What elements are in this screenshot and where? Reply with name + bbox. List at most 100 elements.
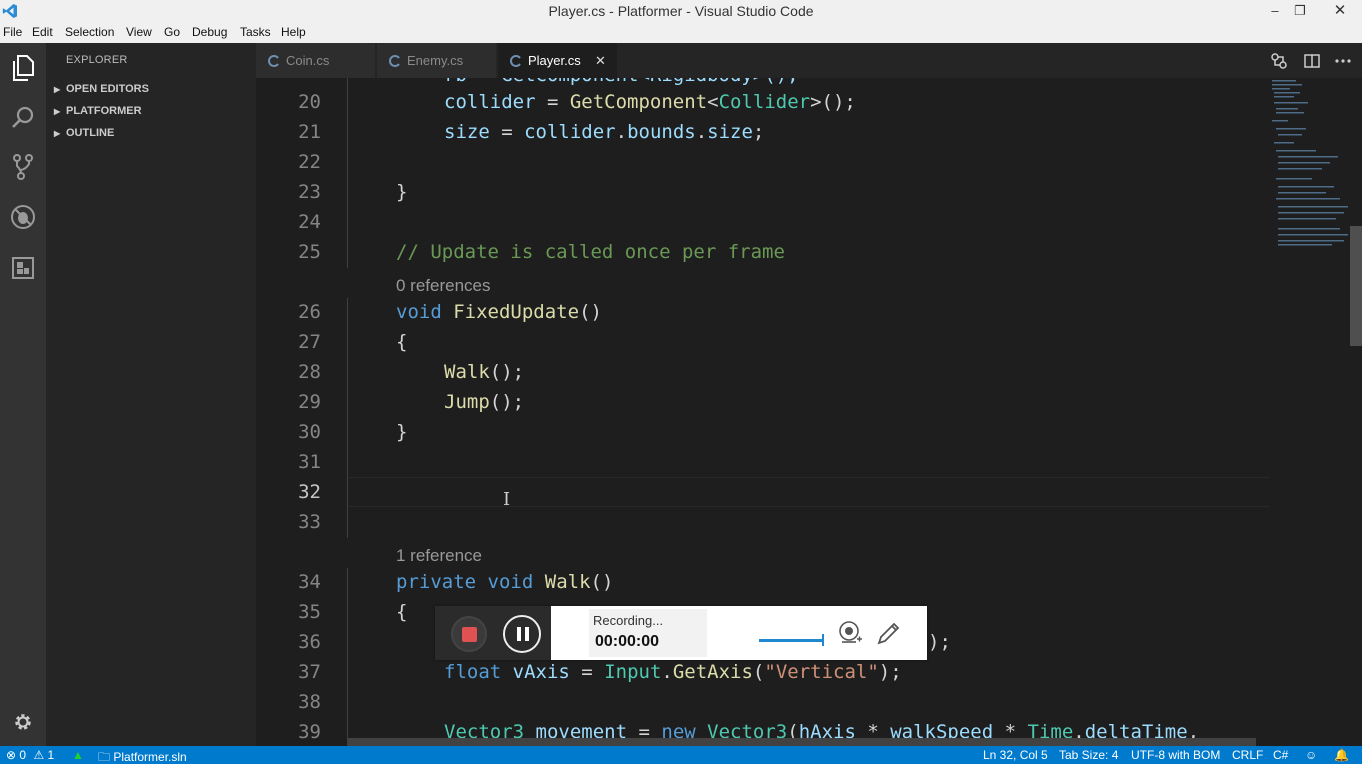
menu-tasks[interactable]: Tasks	[240, 25, 271, 39]
recording-timer: 00:00:00	[595, 633, 660, 650]
code-line: float vAxis = Input.GetAxis("Vertical");	[444, 661, 902, 683]
window-title: Player.cs - Platformer - Visual Studio C…	[548, 3, 814, 19]
stop-icon	[462, 627, 477, 642]
pause-recording-button[interactable]	[503, 615, 541, 653]
section-outline[interactable]: ▶ OUTLINE	[54, 122, 254, 144]
feedback-smiley-icon[interactable]: ☺	[1305, 748, 1317, 762]
sidebar-title: EXPLORER	[66, 54, 128, 66]
explorer-sidebar: EXPLORER ▶ OPEN EDITORS ▶ PLATFORMER ▶ OUTL…	[46, 43, 256, 746]
tab-size[interactable]: Tab Size: 4	[1059, 748, 1118, 762]
encoding[interactable]: UTF-8 with BOM	[1131, 748, 1220, 762]
tab-player-cs[interactable]: Player.cs ✕	[498, 43, 618, 78]
line-number: 33	[298, 511, 321, 533]
section-platformer[interactable]: ▶ PLATFORMER	[54, 100, 254, 122]
search-icon[interactable]	[6, 101, 40, 135]
tab-bar: Coin.cs Enemy.cs Player.cs ✕	[256, 43, 1362, 78]
activity-bar	[0, 43, 46, 746]
line-number: 24	[298, 211, 321, 233]
line-number: 35	[298, 601, 321, 623]
codelens-references[interactable]: 1 reference	[396, 546, 482, 566]
minimap[interactable]	[1270, 78, 1350, 746]
pen-icon[interactable]	[876, 620, 902, 646]
code-line: Walk();	[444, 361, 525, 383]
line-number: 30	[298, 421, 321, 443]
errors-indicator[interactable]: ⊗ 0 ⚠ 1	[6, 748, 54, 762]
line-number: 29	[298, 391, 321, 413]
text-cursor-icon: I	[503, 489, 511, 510]
menu-help[interactable]: Help	[281, 25, 306, 39]
code-line: private void Walk()	[396, 571, 614, 593]
close-tab-icon[interactable]: ✕	[595, 43, 606, 78]
line-number: 25	[298, 241, 321, 263]
line-number: 37	[298, 661, 321, 683]
indent-guide	[347, 298, 348, 538]
project-indicator[interactable]: 🗀 Platformer.sln	[98, 748, 187, 764]
more-actions-icon[interactable]	[1334, 52, 1352, 70]
error-icon: ⊗	[6, 748, 17, 762]
code-line: }	[396, 181, 408, 203]
webcam-icon[interactable]	[837, 620, 863, 646]
minimap-preview	[1272, 80, 1348, 246]
branch-flame-icon: ▲	[72, 748, 84, 762]
stop-recording-button[interactable]	[451, 616, 487, 652]
line-number: 22	[298, 151, 321, 173]
code-line: void FixedUpdate()	[396, 301, 602, 323]
csharp-file-icon	[268, 55, 279, 67]
scrollbar-thumb[interactable]	[1350, 226, 1362, 346]
line-number: 20	[298, 91, 321, 113]
menu-go[interactable]: Go	[164, 25, 180, 39]
line-number: 34	[298, 571, 321, 593]
folder-icon: 🗀	[98, 750, 111, 764]
chevron-right-icon: ▶	[54, 107, 61, 116]
code-line: Jump();	[444, 391, 525, 413]
line-number: 36	[298, 631, 321, 653]
menu-bar: File Edit Selection View Go Debug Tasks …	[0, 23, 1362, 43]
close-window-button[interactable]: ✕	[1325, 0, 1355, 23]
recording-status: Recording...	[593, 613, 664, 628]
line-ending[interactable]: CRLF	[1232, 748, 1263, 762]
menu-view[interactable]: View	[126, 25, 152, 39]
menu-debug[interactable]: Debug	[192, 25, 227, 39]
line-number: 27	[298, 331, 321, 353]
notifications-bell-icon[interactable]: 🔔	[1334, 748, 1349, 762]
code-comment: // Update is called once per frame	[396, 241, 785, 263]
code-line: {	[396, 331, 408, 353]
settings-gear-icon[interactable]	[6, 705, 40, 739]
screen-recorder-widget: Recording... 00:00:00	[435, 606, 927, 660]
section-open-editors[interactable]: ▶ OPEN EDITORS	[54, 78, 254, 100]
code-line: }	[396, 421, 408, 443]
menu-file[interactable]: File	[3, 25, 22, 39]
chevron-right-icon: ▶	[54, 85, 61, 94]
menu-edit[interactable]: Edit	[32, 25, 53, 39]
line-number: 23	[298, 181, 321, 203]
csharp-file-icon	[389, 55, 400, 67]
volume-slider[interactable]	[759, 634, 824, 646]
extensions-icon[interactable]	[6, 251, 40, 285]
cursor-position[interactable]: Ln 32, Col 5	[983, 748, 1048, 762]
line-number: 21	[298, 121, 321, 143]
codelens-references[interactable]: 0 references	[396, 276, 491, 296]
status-bar: ⊗ 0 ⚠ 1 ▲ 🗀 Platformer.sln Ln 32, Col 5 …	[0, 746, 1362, 764]
tab-coin-cs[interactable]: Coin.cs	[256, 43, 376, 78]
menu-selection[interactable]: Selection	[65, 25, 114, 39]
title-bar: Player.cs - Platformer - Visual Studio C…	[0, 0, 1362, 23]
code-line: );	[928, 631, 951, 653]
source-control-icon[interactable]	[6, 150, 40, 184]
tab-enemy-cs[interactable]: Enemy.cs	[377, 43, 497, 78]
line-number: 26	[298, 301, 321, 323]
horizontal-scrollbar[interactable]	[348, 738, 1256, 746]
current-line-highlight	[348, 477, 1270, 507]
split-editor-icon[interactable]	[1303, 52, 1321, 70]
warning-icon: ⚠	[33, 748, 45, 762]
restore-button[interactable]: ❐	[1285, 0, 1315, 23]
pause-icon	[517, 627, 521, 641]
vertical-scrollbar[interactable]	[1350, 78, 1362, 746]
open-changes-icon[interactable]	[1270, 52, 1288, 70]
files-icon[interactable]	[6, 51, 40, 85]
code-line-partial: rb = GetComponent<Rigidbody>();	[444, 78, 799, 86]
code-line: collider = GetComponent<Collider>();	[444, 91, 856, 113]
chevron-right-icon: ▶	[54, 129, 61, 138]
line-number: 31	[298, 451, 321, 473]
debug-icon[interactable]	[6, 200, 40, 234]
language-mode[interactable]: C#	[1273, 748, 1288, 762]
